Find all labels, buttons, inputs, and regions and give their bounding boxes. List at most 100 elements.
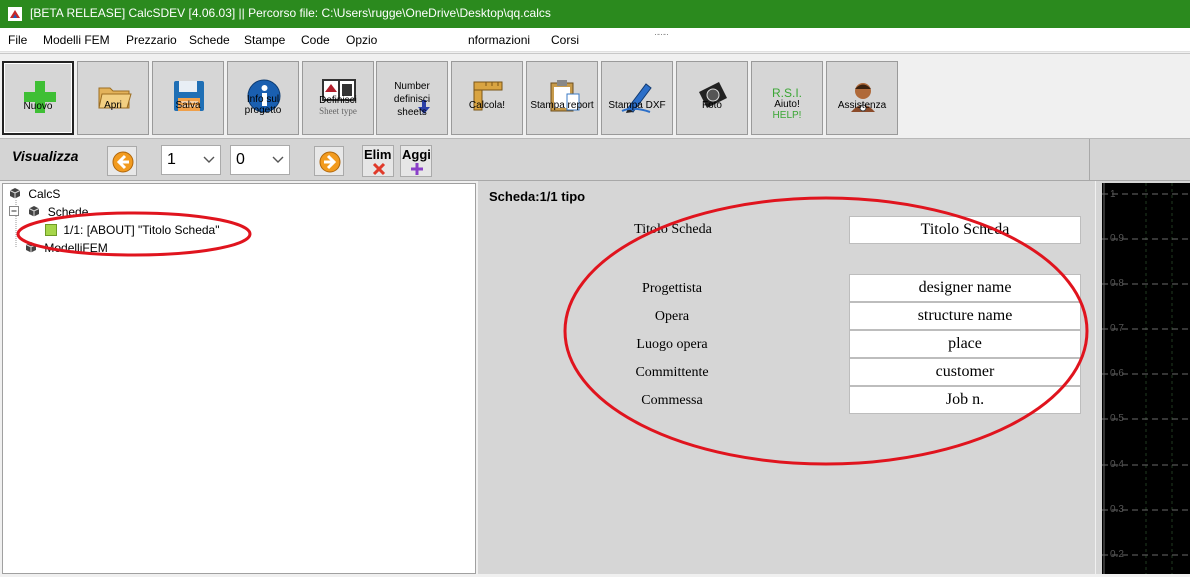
calcola-button[interactable]: Calcola! xyxy=(451,61,523,135)
number-label-line1: Number xyxy=(394,81,430,92)
tree-item-schede[interactable]: Schede xyxy=(9,205,88,219)
aggi-label: Aggi xyxy=(402,147,431,162)
aiuto-label-line2: Aiuto! xyxy=(774,99,800,110)
arrow-left-icon xyxy=(112,151,134,173)
box-icon xyxy=(9,188,21,199)
prev-sheet-button[interactable] xyxy=(107,146,137,176)
apri-label: Apri xyxy=(104,100,122,111)
stampa-dxf-button[interactable]: Stampa DXF xyxy=(601,61,673,135)
project-tree: CalcS Schede 1/1: [ABOUT] "Titolo Scheda… xyxy=(2,183,476,574)
elim-label: Elim xyxy=(364,147,392,162)
delete-x-icon xyxy=(372,162,386,176)
number-sheets-button[interactable]: Number definisci sheets xyxy=(376,61,448,135)
menu-corsi[interactable]: Corsi xyxy=(551,33,579,47)
collapse-icon[interactable] xyxy=(9,206,19,216)
assistenza-label: Assistenza xyxy=(837,100,887,111)
window-title: [BETA RELEASE] CalcSDEV [4.06.03] || Per… xyxy=(30,6,551,20)
sheet-number-value: 1 xyxy=(167,151,176,168)
chevron-down-icon xyxy=(203,156,215,163)
nuovo-button[interactable]: Nuovo xyxy=(2,61,74,135)
y-tick: 0.2 xyxy=(1110,549,1124,560)
calcola-label: Calcola! xyxy=(468,100,506,111)
committente-field[interactable]: customer xyxy=(849,358,1081,386)
y-tick: 0.7 xyxy=(1110,323,1124,334)
y-tick: 0.3 xyxy=(1110,504,1124,515)
tree-label-modelli-fem: ModelliFEM xyxy=(44,241,108,255)
y-tick: 0.6 xyxy=(1110,368,1124,379)
sheet-form-panel: Scheda:1/1 tipo Titolo Scheda Titolo Sch… xyxy=(478,181,1095,574)
app-icon xyxy=(8,7,22,21)
elimina-sheet-button[interactable]: Elim xyxy=(362,145,394,177)
tree-label-root: CalcS xyxy=(28,187,61,201)
sub-sheet-select[interactable]: 0 xyxy=(230,145,290,175)
luogo-opera-label: Luogo opera xyxy=(636,337,708,352)
menu-schede[interactable]: Schede xyxy=(189,33,230,47)
luogo-opera-field[interactable]: place xyxy=(849,330,1081,358)
sub-sheet-value: 0 xyxy=(236,151,245,168)
chart-panel: 1 0.9 0.8 0.7 0.6 0.5 0.4 0.3 0.2 xyxy=(1096,181,1190,574)
menu-code[interactable]: Code xyxy=(301,33,330,47)
tree-item-modelli-fem[interactable]: ModelliFEM xyxy=(25,241,108,255)
progettista-field[interactable]: designer name xyxy=(849,274,1081,302)
box-icon xyxy=(25,242,37,253)
foto-button[interactable]: Foto xyxy=(676,61,748,135)
aiuto-label-rsi: R.S.I. xyxy=(771,86,802,100)
salva-button[interactable]: Salva xyxy=(152,61,224,135)
titolo-scheda-field[interactable]: Titolo Scheda xyxy=(849,216,1081,244)
add-plus-icon xyxy=(411,163,423,175)
aiuto-button[interactable]: R.S.I. Aiuto! HELP! xyxy=(751,61,823,135)
tree-label-schede: Schede xyxy=(47,205,89,219)
y-tick: 0.4 xyxy=(1110,459,1124,470)
chevron-down-icon xyxy=(272,156,284,163)
menu-bar: File Modelli FEM Prezzario Schede Stampe… xyxy=(0,28,1190,52)
aggiungi-sheet-button[interactable]: Aggi xyxy=(400,145,432,177)
aiuto-label-help: HELP! xyxy=(772,110,802,121)
info-progetto-button[interactable]: Info sul progetto xyxy=(227,61,299,135)
opera-field[interactable]: structure name xyxy=(849,302,1081,330)
number-label: Number definisci sheets xyxy=(377,80,447,119)
arrow-right-icon xyxy=(319,151,341,173)
tree-item-root[interactable]: CalcS xyxy=(9,187,60,201)
menu-modelli-fem[interactable]: Modelli FEM xyxy=(43,33,110,47)
assistenza-button[interactable]: Assistenza xyxy=(826,61,898,135)
number-label-line3: sheets xyxy=(397,107,427,118)
info-label-line1: Info sul xyxy=(246,94,280,105)
menu-informazioni[interactable]: nformazioni xyxy=(468,33,530,47)
visualizza-label: Visualizza xyxy=(12,148,79,164)
definisci-label: Definisci Sheet type xyxy=(303,95,373,117)
info-label-line2: progetto xyxy=(244,105,282,116)
info-label: Info sul progetto xyxy=(228,94,298,116)
foto-label: Foto xyxy=(701,100,722,111)
next-sheet-button[interactable] xyxy=(314,146,344,176)
title-bar: [BETA RELEASE] CalcSDEV [4.06.03] || Per… xyxy=(0,0,1190,28)
y-tick: 0.8 xyxy=(1110,278,1124,289)
stampa-dxf-label: Stampa DXF xyxy=(608,100,666,111)
titolo-scheda-label: Titolo Scheda xyxy=(634,222,712,237)
sheet-icon xyxy=(45,224,57,236)
navigation-row: Visualizza 1 0 Elim Aggi xyxy=(0,139,1190,181)
y-tick: 1 xyxy=(1110,189,1116,200)
menu-opzioni[interactable]: Opzio xyxy=(346,33,377,47)
menu-prezzario[interactable]: Prezzario xyxy=(126,33,177,47)
tree-label-sheet-1: 1/1: [ABOUT] "Titolo Scheda" xyxy=(63,223,220,237)
toolbar: Nuovo Apri Salva Info sul progetto Defin… xyxy=(0,53,1190,139)
committente-label: Committente xyxy=(635,365,709,380)
definisci-label-line1: Definisci xyxy=(319,95,357,106)
menu-stampe[interactable]: Stampe xyxy=(244,33,285,47)
stampa-report-label: Stampa report xyxy=(530,100,594,111)
sheet-header: Scheda:1/1 tipo xyxy=(489,189,586,204)
number-label-line2: definisci xyxy=(393,94,431,105)
stampa-report-button[interactable]: Stampa report xyxy=(526,61,598,135)
apri-button[interactable]: Apri xyxy=(77,61,149,135)
progettista-label: Progettista xyxy=(642,281,702,296)
aiuto-label: R.S.I. Aiuto! HELP! xyxy=(752,86,822,121)
nav-divider xyxy=(1089,139,1090,181)
sheet-number-select[interactable]: 1 xyxy=(161,145,221,175)
y-tick: 0.5 xyxy=(1110,413,1124,424)
definisci-sheet-type-button[interactable]: Definisci Sheet type xyxy=(302,61,374,135)
commessa-field[interactable]: Job n. xyxy=(849,386,1081,414)
tree-item-sheet-1[interactable]: 1/1: [ABOUT] "Titolo Scheda" xyxy=(45,223,219,237)
nuovo-label: Nuovo xyxy=(23,101,53,112)
menu-file[interactable]: File xyxy=(8,33,27,47)
menu-extra[interactable]: ·-·-· xyxy=(654,29,669,39)
